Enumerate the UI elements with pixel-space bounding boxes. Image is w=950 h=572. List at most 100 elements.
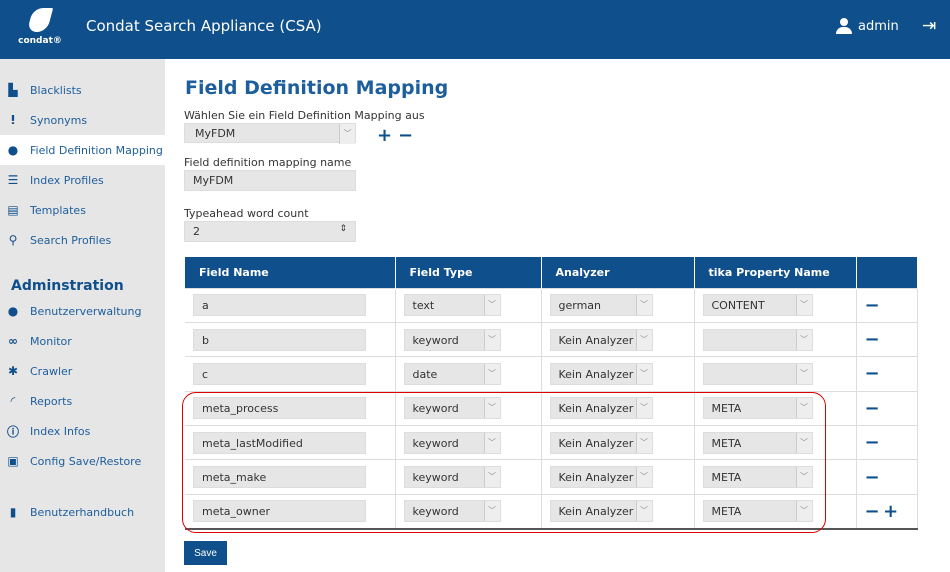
field-name-input[interactable]: meta_process	[193, 397, 366, 420]
sidebar-item-label: Blacklists	[30, 83, 82, 97]
chevron-down-icon: ﹀	[483, 432, 500, 453]
sidebar-item-benutzerverwaltung[interactable]: ● Benutzerverwaltung	[0, 296, 165, 326]
chevron-down-icon: ﹀	[635, 398, 652, 419]
analyzer-select[interactable]: Kein Analyzer ﹀	[549, 431, 653, 454]
sidebar-item-index-profiles[interactable]: ☰ Index Profiles	[0, 165, 165, 195]
file-x-icon: ▙	[8, 83, 18, 97]
remove-row-button[interactable]: −	[865, 329, 880, 350]
sidebar-item-label: Templates	[30, 203, 86, 217]
field-mapping-table: Field Name Field Type Analyzer tika Prop…	[185, 257, 918, 530]
remove-row-button[interactable]: −	[865, 363, 880, 384]
sidebar-item-reports[interactable]: ◜ Reports	[0, 386, 165, 416]
remove-row-button[interactable]: −	[865, 501, 880, 522]
search-icon: ⚲	[8, 233, 18, 247]
tika-property-select[interactable]: META ﹀	[702, 500, 813, 523]
tika-property-select[interactable]: META ﹀	[702, 431, 813, 454]
sidebar-item-blacklists[interactable]: ▙ Blacklists	[0, 75, 165, 105]
sidebar-item-config-save-restore[interactable]: ▣ Config Save/Restore	[0, 446, 165, 476]
field-type-select[interactable]: keyword ﹀	[403, 397, 501, 420]
sidebar-item-label: Index Profiles	[30, 173, 104, 187]
chevron-down-icon: ﹀	[795, 363, 812, 384]
chevron-down-icon: ﹀	[795, 329, 812, 350]
map-marker-icon: ●	[7, 143, 19, 157]
sidebar-item-label: Synonyms	[30, 113, 88, 127]
condat-logo[interactable]: condat®	[18, 8, 62, 50]
sidebar-item-label: Benutzerverwaltung	[30, 304, 142, 318]
add-row-button[interactable]: +	[883, 501, 898, 522]
field-name-input[interactable]: meta_owner	[193, 500, 366, 523]
page-title: Field Definition Mapping	[185, 77, 449, 99]
chevron-down-icon: ﹀	[795, 295, 812, 316]
header-field-name: Field Name	[185, 257, 396, 288]
field-name-input[interactable]: a	[193, 294, 366, 317]
list-icon: ☰	[7, 173, 19, 187]
field-name-input[interactable]: meta_make	[193, 466, 366, 489]
binoculars-icon: ∞	[8, 334, 18, 348]
logout-icon[interactable]: ⇥	[922, 16, 936, 36]
field-type-select[interactable]: keyword ﹀	[403, 431, 501, 454]
sidebar-item-monitor[interactable]: ∞ Monitor	[0, 326, 165, 356]
analyzer-select[interactable]: Kein Analyzer ﹀	[549, 466, 653, 489]
field-type-select[interactable]: keyword ﹀	[403, 466, 501, 489]
remove-row-button[interactable]: −	[865, 398, 880, 419]
tika-property-select[interactable]: META ﹀	[702, 397, 813, 420]
stepper-arrows-icon[interactable]: ⇕	[339, 224, 347, 234]
sidebar-item-synonyms[interactable]: ⵑ Synonyms	[0, 105, 165, 135]
field-type-select[interactable]: keyword ﹀	[403, 328, 501, 351]
analyzer-select[interactable]: Kein Analyzer ﹀	[549, 397, 653, 420]
sidebar-item-label: Benutzerhandbuch	[30, 505, 135, 519]
analyzer-select[interactable]: Kein Analyzer ﹀	[549, 500, 653, 523]
field-type-select[interactable]: date ﹀	[403, 362, 501, 385]
save-button[interactable]: Save	[184, 541, 227, 565]
analyzer-select[interactable]: Kein Analyzer ﹀	[549, 362, 653, 385]
book-icon: ▮	[9, 505, 17, 519]
sidebar-item-label: Config Save/Restore	[30, 454, 142, 468]
tika-property-select[interactable]: META ﹀	[702, 466, 813, 489]
field-name-input[interactable]: b	[193, 328, 366, 351]
tika-property-select[interactable]: ﹀	[702, 328, 813, 351]
header-field-type: Field Type	[395, 257, 542, 288]
fdm-select-label: Wählen Sie ein Field Definition Mapping …	[184, 109, 425, 122]
field-name-input[interactable]: c	[193, 362, 366, 385]
chevron-down-icon: ﹀	[635, 363, 652, 384]
username: admin	[858, 18, 899, 34]
remove-row-button[interactable]: −	[865, 467, 880, 488]
sidebar-item-benutzerhandbuch[interactable]: ▮ Benutzerhandbuch	[0, 497, 165, 527]
remove-row-button[interactable]: −	[865, 295, 880, 316]
table-row: meta_owner keyword ﹀ Kein Analyzer ﹀ META ﹀…	[185, 493, 918, 530]
header-analyzer: Analyzer	[541, 257, 695, 288]
info-icon: ⓘ	[6, 424, 19, 439]
remove-fdm-button[interactable]: −	[398, 125, 413, 146]
tika-property-select[interactable]: CONTENT ﹀	[702, 294, 813, 317]
app-title: Condat Search Appliance (CSA)	[86, 17, 322, 35]
sidebar-item-label: Monitor	[30, 334, 72, 348]
analyzer-select[interactable]: Kein Analyzer ﹀	[549, 328, 653, 351]
fdm-name-input[interactable]: MyFDM	[184, 170, 356, 191]
chevron-down-icon: ﹀	[483, 467, 500, 488]
analyzer-select[interactable]: german ﹀	[549, 294, 653, 317]
sidebar-item-templates[interactable]: ▤ Templates	[0, 195, 165, 225]
header-actions	[856, 257, 918, 288]
chevron-down-icon: ﹀	[635, 329, 652, 350]
chevron-down-icon: ﹀	[795, 432, 812, 453]
sidebar-item-label: Crawler	[30, 364, 73, 378]
gauge-icon: ◜	[10, 394, 16, 408]
tika-property-select[interactable]: ﹀	[702, 362, 813, 385]
sidebar-item-index-infos[interactable]: ⓘ Index Infos	[0, 416, 165, 446]
remove-row-button[interactable]: −	[865, 432, 880, 453]
sidebar-item-crawler[interactable]: ✱ Crawler	[0, 356, 165, 386]
user-menu[interactable]: admin	[836, 18, 899, 34]
sidebar-item-field-definition-mapping[interactable]: ● Field Definition Mapping	[0, 135, 165, 165]
fdm-select[interactable]: MyFDM ﹀	[184, 123, 356, 144]
field-type-select[interactable]: text ﹀	[403, 294, 501, 317]
chevron-down-icon: ﹀	[635, 467, 652, 488]
add-fdm-button[interactable]: +	[377, 125, 392, 146]
field-name-input[interactable]: meta_lastModified	[193, 431, 366, 454]
typeahead-label: Typeahead word count	[184, 207, 309, 220]
field-type-select[interactable]: keyword ﹀	[403, 500, 501, 523]
typeahead-stepper[interactable]: 2 ⇕	[184, 221, 356, 242]
chevron-down-icon: ﹀	[339, 124, 355, 144]
people-icon: ⵑ	[10, 113, 16, 127]
sidebar-item-search-profiles[interactable]: ⚲ Search Profiles	[0, 225, 165, 255]
chevron-down-icon: ﹀	[795, 467, 812, 488]
